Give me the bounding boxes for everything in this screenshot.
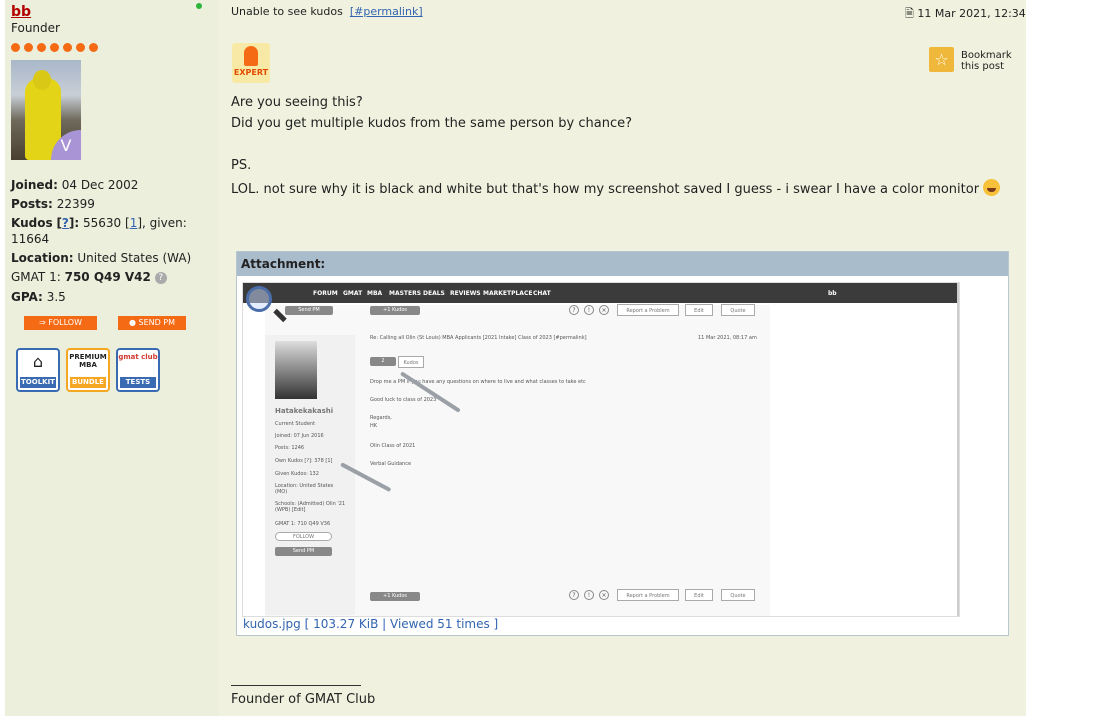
kudos-help-link[interactable]: ? — [62, 216, 69, 230]
online-indicator — [196, 3, 202, 9]
avatar[interactable]: V — [11, 60, 81, 160]
magnifier-icon — [246, 286, 272, 312]
username-link[interactable]: bb — [11, 4, 31, 20]
attachment-header: Attachment: — [237, 252, 1008, 276]
user-rank: Founder — [11, 21, 60, 35]
bookmark-label[interactable]: Bookmark this post — [961, 50, 1021, 72]
permalink-link[interactable]: [#permalink] — [350, 5, 423, 18]
follow-button[interactable]: ⇒ FOLLOW — [24, 316, 97, 330]
toolkit-badge[interactable]: ⌂ TOOLKIT — [16, 348, 60, 392]
send-pm-button[interactable]: ● SEND PM — [118, 316, 186, 330]
chat-bubble-icon: ● — [128, 318, 136, 327]
expert-icon — [244, 46, 258, 66]
posts-stat: Posts: 22399 — [11, 197, 95, 211]
location-stat: Location: United States (WA) — [11, 251, 192, 265]
signature: Founder of GMAT Club — [231, 692, 376, 707]
signature-divider — [231, 685, 361, 686]
post-line-2: Did you get multiple kudos from the same… — [231, 116, 632, 131]
gmat-stat: GMAT 1: 750 Q49 V42 ? — [11, 269, 167, 285]
attachment-box: Attachment: FORUM GMAT MBA MASTERS DEALS… — [236, 251, 1009, 636]
laughing-emoji-icon — [983, 179, 1001, 196]
expert-badge: EXPERT — [232, 43, 270, 83]
screenshot-nav: FORUM GMAT MBA MASTERS DEALS REVIEWS MAR… — [243, 283, 959, 303]
rank-dots — [11, 43, 98, 52]
kudos-count-link[interactable]: 1 — [130, 216, 138, 230]
star-icon: ☆ — [934, 50, 949, 69]
bookmark-button[interactable]: ☆ — [929, 47, 954, 72]
post-line-4: LOL. not sure why it is black and white … — [231, 179, 1001, 197]
post-date: 🗎 11 Mar 2021, 12:34 — [905, 7, 1026, 20]
screenshot-scrollbar — [957, 283, 959, 616]
mba-bundle-badge[interactable]: PREMIUM MBA BUNDLE — [66, 348, 110, 392]
attachment-image[interactable]: FORUM GMAT MBA MASTERS DEALS REVIEWS MAR… — [242, 282, 960, 617]
gpa-stat: GPA: 3.5 — [11, 290, 66, 304]
kudos-stat: Kudos [?]: 55630 [1], given: 11664 — [11, 216, 187, 246]
post-title: Unable to see kudos [#permalink] — [231, 5, 423, 18]
document-icon: 🗎 — [905, 7, 914, 20]
help-icon[interactable]: ? — [154, 272, 167, 284]
post-line-3: PS. — [231, 158, 252, 173]
follow-icon: ⇒ — [39, 318, 46, 327]
post-line-1: Are you seeing this? — [231, 95, 363, 110]
attachment-caption[interactable]: kudos.jpg [ 103.27 KiB | Viewed 51 times… — [243, 617, 498, 631]
building-icon: ⌂ — [32, 352, 44, 371]
gmat-tests-badge[interactable]: gmat club TESTS — [116, 348, 160, 392]
joined-stat: Joined: 04 Dec 2002 — [11, 178, 139, 192]
